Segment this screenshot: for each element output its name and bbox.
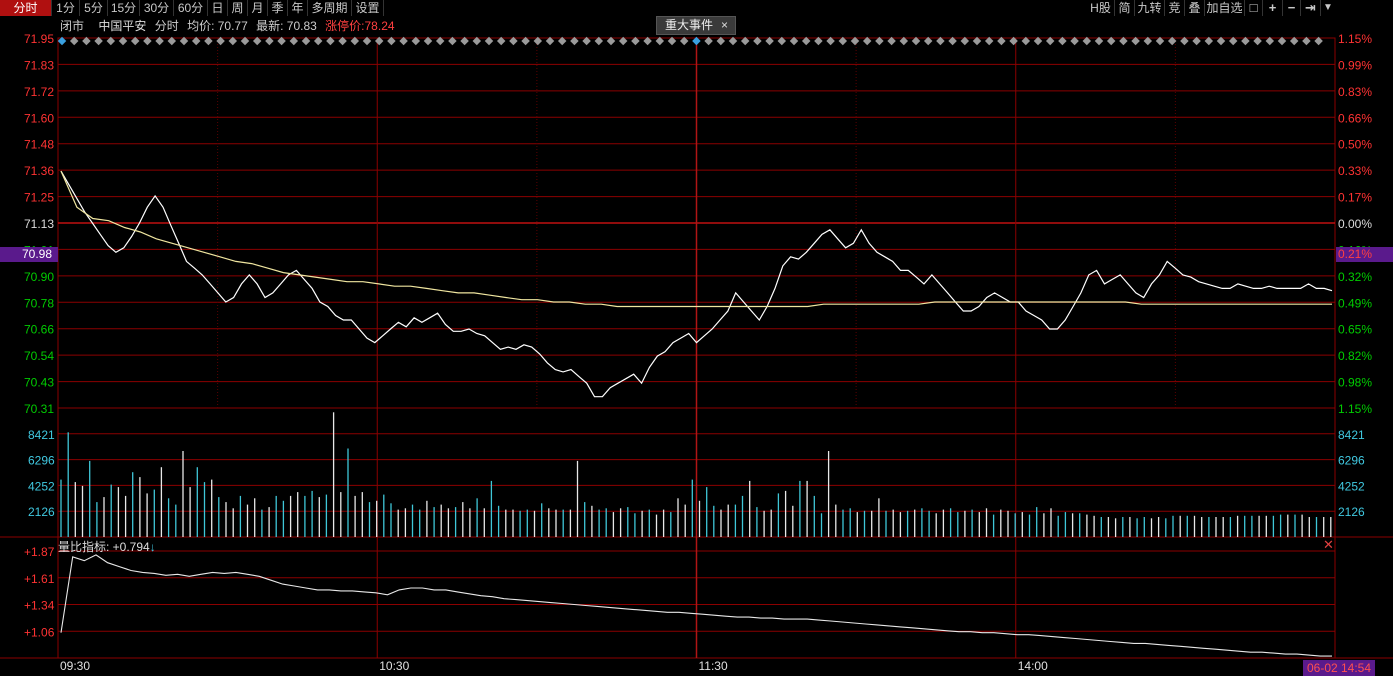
time-tick-label: 09:30 (60, 659, 90, 673)
price-tick-label: 70.31 (24, 402, 54, 416)
pct-tick-label: 0.00% (1338, 217, 1372, 231)
tab-60min[interactable]: 60分 (174, 0, 208, 16)
tab-30min[interactable]: 30分 (140, 0, 174, 16)
pct-tick-label: 0.50% (1338, 138, 1372, 152)
major-events-label: 重大事件 (665, 18, 714, 32)
indicator-title[interactable]: 量比指标: +0.794↓ (58, 538, 156, 555)
price-tick-label: 70.90 (24, 270, 54, 284)
tab-15min[interactable]: 15分 (108, 0, 140, 16)
tab-1min[interactable]: 1分 (52, 0, 80, 16)
pct-tick-label: 1.15% (1338, 32, 1372, 46)
volume-tick-label: 2126 (28, 505, 55, 519)
tab-month[interactable]: 月 (248, 0, 268, 16)
intraday-chart[interactable]: 71.95 1.15% 71.83 0.99% 71.72 0.83% 71.60 0.66%… (0, 17, 1393, 676)
avg-price: 均价: 70.77 (187, 19, 248, 33)
indicator-tick-label: +1.06 (24, 625, 55, 639)
volume-tick-label: 8421 (1338, 428, 1365, 442)
volume-tick-label: 6296 (1338, 454, 1365, 468)
indicator-tick-label: +1.34 (24, 599, 55, 613)
volume-tick-label: 4252 (28, 479, 55, 493)
close-indicator-icon[interactable]: ✕ (1322, 538, 1335, 551)
current-price-tag: 70.98 (0, 247, 58, 262)
tab-settings[interactable]: 设置 (352, 0, 384, 16)
volume-tick-label: 8421 (28, 428, 55, 442)
price-tick-label: 71.83 (24, 58, 54, 72)
indicator-tick-label: +1.61 (24, 572, 55, 586)
pct-tick-label: 0.17% (1338, 191, 1372, 205)
pct-tick-label: 0.49% (1338, 296, 1372, 310)
add-watchlist-button[interactable]: 加自选 (1205, 0, 1245, 16)
quote-info-bar: 闭市 中国平安 分时 均价: 70.77 最新: 70.83 涨停价:78.24 (60, 19, 400, 33)
tab-season[interactable]: 季 (268, 0, 288, 16)
chevron-down-icon[interactable]: ▼ (1321, 0, 1335, 16)
tab-multi-period[interactable]: 多周期 (308, 0, 352, 16)
price-tick-label: 71.13 (24, 217, 54, 231)
price-tick-label: 71.60 (24, 111, 54, 125)
pct-tick-label: 0.65% (1338, 323, 1372, 337)
jump-end-icon[interactable]: ⇥ (1301, 0, 1321, 16)
zoom-out-icon[interactable]: − (1283, 0, 1301, 16)
current-pct-tag: 0.21% (1336, 247, 1393, 262)
time-axis: 09:30 10:30 11:30 14:00 (60, 659, 1048, 673)
price-tick-label: 70.66 (24, 323, 54, 337)
tab-year[interactable]: 年 (288, 0, 308, 16)
overlay-button[interactable]: 叠 (1185, 0, 1205, 16)
tab-5min[interactable]: 5分 (80, 0, 108, 16)
indicator-label: 量比指标: +0.794 (58, 540, 150, 554)
pct-tick-label: 0.82% (1338, 349, 1372, 363)
pct-tick-label: 0.98% (1338, 376, 1372, 390)
date-time-tag: 06-02 14:54 (1303, 660, 1375, 676)
price-tick-label: 70.43 (24, 376, 54, 390)
pct-tick-label: 0.33% (1338, 164, 1372, 178)
volume-tick-label: 4252 (1338, 479, 1365, 493)
tab-intraday[interactable]: 分时 (0, 0, 52, 16)
market-status: 闭市 (60, 19, 85, 33)
time-tick-label: 11:30 (699, 659, 728, 673)
volume-tick-label: 2126 (1338, 505, 1365, 519)
price-tick-label: 71.36 (24, 164, 54, 178)
time-tick-label: 14:00 (1018, 659, 1048, 673)
time-tick-label: 10:30 (379, 659, 409, 673)
price-tick-label: 70.78 (24, 296, 54, 310)
price-tick-label: 71.72 (24, 85, 54, 99)
pct-tick-label: 0.83% (1338, 85, 1372, 99)
tab-day[interactable]: 日 (208, 0, 228, 16)
price-axis: 71.95 1.15% 71.83 0.99% 71.72 0.83% 71.60 0.66%… (24, 32, 1372, 639)
last-price: 最新: 70.83 (256, 19, 317, 33)
price-tick-label: 71.95 (24, 32, 54, 46)
major-events-badge[interactable]: 重大事件 × (656, 16, 736, 35)
price-tick-label: 71.25 (24, 191, 54, 205)
chart-grid (0, 37, 1393, 659)
nine-turn-button[interactable]: 九转 (1135, 0, 1165, 16)
tab-week[interactable]: 周 (228, 0, 248, 16)
price-tick-label: 70.54 (24, 349, 54, 363)
pct-tick-label: 1.15% (1338, 402, 1372, 416)
arrow-down-icon: ↓ (149, 540, 156, 554)
window-restore-icon[interactable]: □ (1245, 0, 1263, 16)
stock-name: 中国平安 (98, 19, 147, 33)
pct-tick-label: 0.32% (1338, 270, 1372, 284)
period-toolbar: 分时 1分 5分 15分 30分 60分 日 周 月 季 年 多周期 设置 H股… (0, 0, 1393, 17)
auction-button[interactable]: 竞 (1165, 0, 1185, 16)
volume-tick-label: 6296 (28, 454, 55, 468)
h-share-button[interactable]: H股 (1087, 0, 1115, 16)
chart-mode: 分时 (154, 19, 179, 33)
indicator-tick-label: +1.87 (24, 545, 55, 559)
simple-button[interactable]: 简 (1115, 0, 1135, 16)
limit-up-price: 涨停价:78.24 (325, 19, 395, 33)
close-icon[interactable]: × (721, 17, 728, 34)
price-tick-label: 71.48 (24, 138, 54, 152)
pct-tick-label: 0.66% (1338, 111, 1372, 125)
zoom-in-icon[interactable]: + (1263, 0, 1283, 16)
pct-tick-label: 0.99% (1338, 58, 1372, 72)
